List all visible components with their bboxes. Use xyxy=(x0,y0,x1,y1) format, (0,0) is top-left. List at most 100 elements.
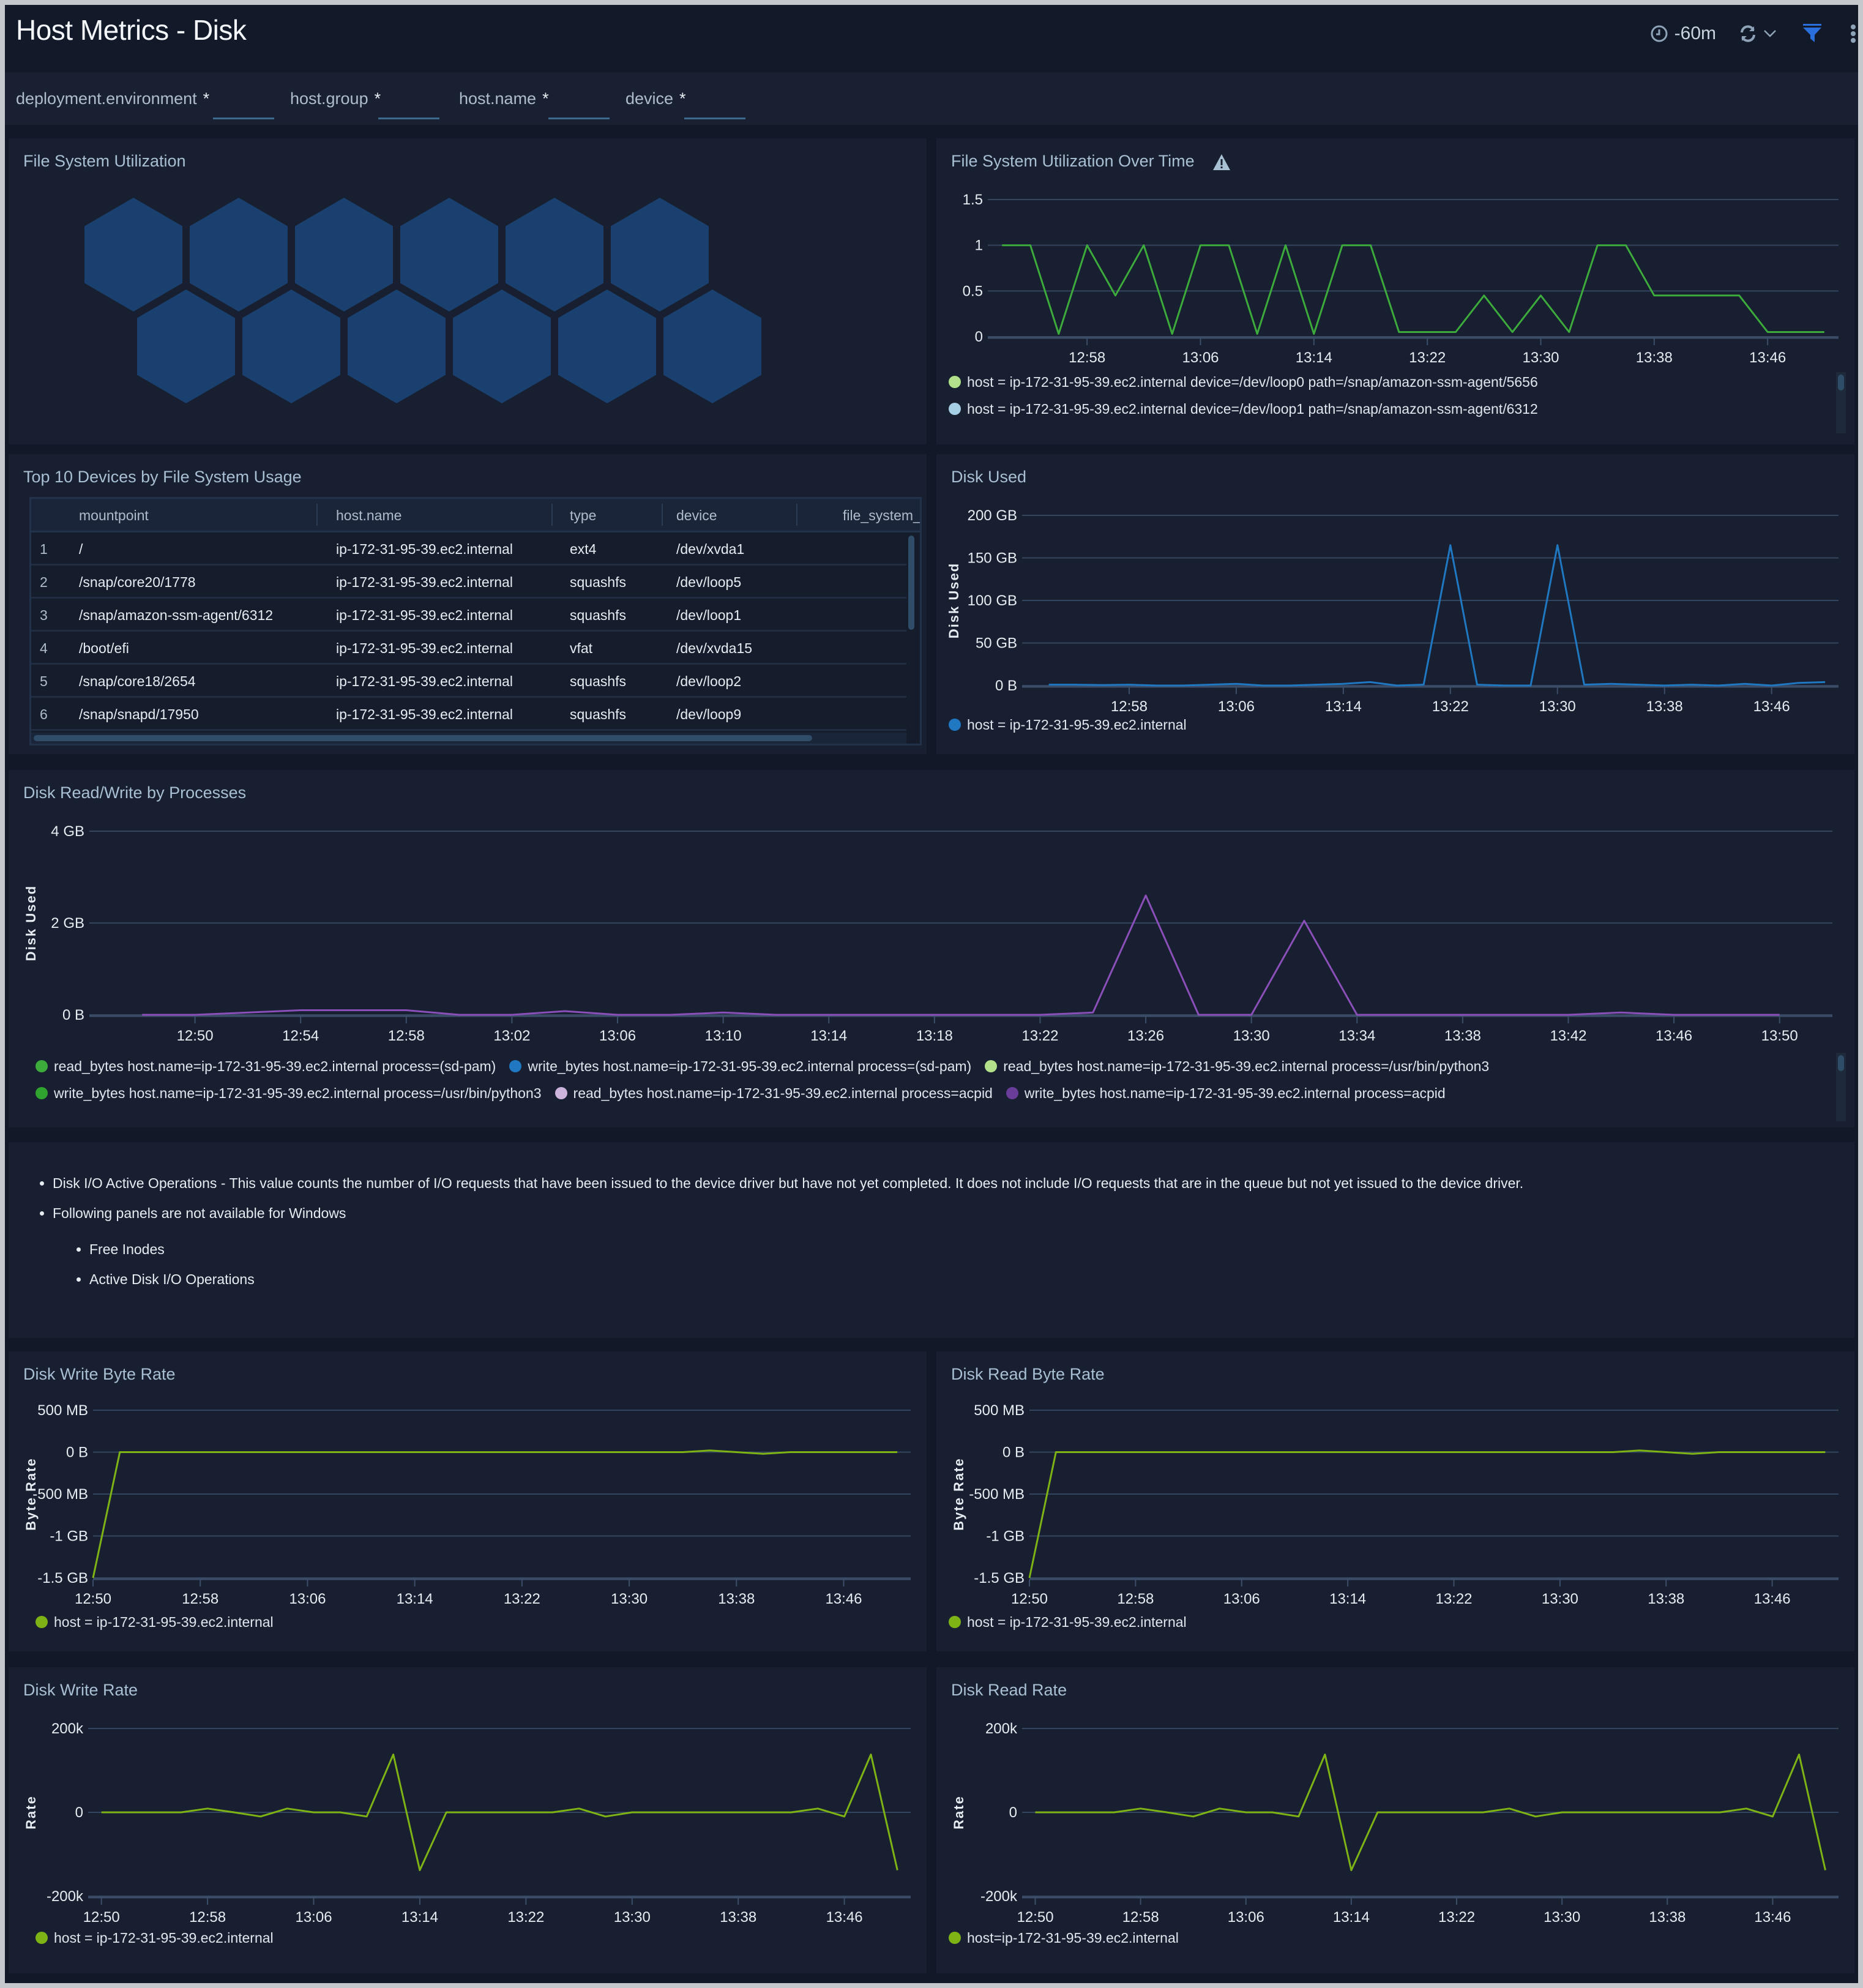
legend-item[interactable]: write_bytes host.name=ip-172-31-95-39.ec… xyxy=(509,1053,971,1080)
table-row[interactable]: 3/snap/amazon-ssm-agent/6312 ip-172-31-95… xyxy=(31,599,906,632)
chart-legend: host=ip-172-31-95-39.ec2.internal xyxy=(949,1924,1192,1951)
honeycomb-cell[interactable] xyxy=(190,198,288,312)
column-resizer[interactable] xyxy=(316,504,318,526)
series-line[interactable] xyxy=(1048,544,1826,687)
table-horizontal-scrollbar[interactable] xyxy=(31,733,906,744)
x-tick-label: 13:06 xyxy=(1218,698,1255,715)
notes-text: Disk I/O Active Operations - This value … xyxy=(31,1175,1805,1301)
table-row[interactable]: 4/boot/efi ip-172-31-95-39.ec2.internal vf… xyxy=(31,632,906,665)
x-tick-label: 13:18 xyxy=(916,1028,953,1044)
honeycomb-cell[interactable] xyxy=(506,198,603,312)
legend-scrollbar[interactable] xyxy=(1836,1053,1846,1121)
series-line[interactable] xyxy=(1028,1449,1826,1579)
x-tick-label: 12:50 xyxy=(1017,1909,1053,1926)
y-tick-label: 4 GB xyxy=(51,823,84,840)
x-tick-label: 13:46 xyxy=(1749,349,1786,366)
refresh-button[interactable] xyxy=(1738,24,1777,43)
row-index: 6 xyxy=(40,706,48,722)
legend-dot xyxy=(554,1087,567,1099)
column-resizer[interactable] xyxy=(551,504,553,526)
column-header-host-name[interactable]: host.name xyxy=(336,507,401,524)
legend-item[interactable]: read_bytes host.name=ip-172-31-95-39.ec2… xyxy=(35,1053,496,1080)
legend-item[interactable]: read_bytes host.name=ip-172-31-95-39.ec2… xyxy=(554,1080,993,1107)
legend-item[interactable]: host = ip-172-31-95-39.ec2.internal xyxy=(35,1609,274,1635)
table-row[interactable]: 6/snap/snapd/17950 ip-172-31-95-39.ec2.in… xyxy=(31,698,906,731)
column-resizer[interactable] xyxy=(796,504,797,526)
honeycomb-cell[interactable] xyxy=(137,290,235,403)
filter-deployment-environment[interactable]: deployment.environment * xyxy=(16,89,274,119)
table-row[interactable]: 5/snap/core18/2654 ip-172-31-95-39.ec2.in… xyxy=(31,665,906,698)
legend-item[interactable]: host = ip-172-31-95-39.ec2.internal xyxy=(949,711,1187,738)
chevron-down-icon[interactable] xyxy=(1763,29,1777,39)
legend-item[interactable]: host=ip-172-31-95-39.ec2.internal xyxy=(949,1924,1179,1951)
chart-legend: host = ip-172-31-95-39.ec2.internal xyxy=(949,1609,1200,1635)
series-line[interactable] xyxy=(142,894,1780,1016)
time-range-button[interactable]: -60m xyxy=(1650,23,1716,44)
filter-host-group[interactable]: host.group * xyxy=(290,89,439,119)
series-line[interactable] xyxy=(1002,244,1824,335)
table-row[interactable]: 1 / ip-172-31-95-39.ec2.internal ext4/dev/x… xyxy=(31,532,906,566)
legend-dot xyxy=(1006,1087,1018,1099)
y-axis-label: Rate xyxy=(23,1795,39,1829)
column-header-mountpoint[interactable]: mountpoint xyxy=(79,507,149,524)
column-header-type[interactable]: type xyxy=(570,507,596,524)
y-tick-label: -1 GB xyxy=(986,1528,1025,1545)
x-tick-label: 12:58 xyxy=(1069,349,1105,366)
x-tick-label: 13:38 xyxy=(718,1591,755,1607)
panel-notes: Disk I/O Active Operations - This value … xyxy=(9,1142,1854,1338)
filter-input-underline[interactable] xyxy=(213,118,274,119)
legend-item[interactable]: write_bytes host.name=ip-172-31-95-39.ec… xyxy=(35,1080,542,1107)
table-vertical-scrollbar[interactable] xyxy=(906,533,916,731)
write-byte-rate-line-chart: -1.5 GB -1 GB -500 MB 0 B 500 MB 12:50 12:58 13… xyxy=(23,1402,911,1607)
filter-input-underline[interactable] xyxy=(378,118,439,119)
scrollbar-thumb[interactable] xyxy=(1838,1055,1844,1071)
legend-item[interactable]: read_bytes host.name=ip-172-31-95-39.ec2… xyxy=(985,1053,1489,1080)
note-item: Disk I/O Active Operations - This value … xyxy=(53,1175,1805,1192)
table-row[interactable]: 2/snap/core20/1778 ip-172-31-95-39.ec2.in… xyxy=(31,566,906,599)
scrollbar-thumb[interactable] xyxy=(908,536,914,630)
series-line[interactable] xyxy=(92,1449,898,1579)
legend-item[interactable]: host = ip-172-31-95-39.ec2.internal devi… xyxy=(949,395,1792,422)
cell-device: /dev/loop2 xyxy=(676,673,742,689)
honeycomb-cell[interactable] xyxy=(453,290,551,403)
cell-host-name: ip-172-31-95-39.ec2.internal xyxy=(336,541,513,557)
legend-scrollbar[interactable] xyxy=(1836,372,1846,433)
scrollbar-thumb[interactable] xyxy=(34,735,812,741)
filter-host-name[interactable]: host.name * xyxy=(459,89,610,119)
cell-mountpoint: /boot/efi xyxy=(79,640,129,656)
page-title: Host Metrics - Disk xyxy=(16,14,247,46)
legend-item[interactable]: host = ip-172-31-95-39.ec2.internal xyxy=(949,1609,1187,1635)
honeycomb-cell[interactable] xyxy=(663,290,761,403)
legend-dot xyxy=(985,1060,998,1072)
honeycomb-cell[interactable] xyxy=(558,290,656,403)
legend-item[interactable]: host = ip-172-31-95-39.ec2.internal xyxy=(35,1924,274,1951)
scrollbar-thumb[interactable] xyxy=(1838,375,1844,390)
honeycomb-cell[interactable] xyxy=(295,198,393,312)
honeycomb-cell[interactable] xyxy=(400,198,498,312)
legend-label: host = ip-172-31-95-39.ec2.internal xyxy=(967,716,1187,733)
legend-label: host = ip-172-31-95-39.ec2.internal xyxy=(54,1613,274,1630)
honeycomb-cell[interactable] xyxy=(611,198,709,312)
column-resizer[interactable] xyxy=(662,504,663,526)
filter-device[interactable]: device * xyxy=(625,89,745,119)
honeycomb-cell[interactable] xyxy=(84,198,182,312)
x-tick-label: 13:50 xyxy=(1761,1028,1798,1044)
honeycomb-cell[interactable] xyxy=(348,290,446,403)
panel-top10-devices: Top 10 Devices by File System Usage moun… xyxy=(9,454,927,754)
note-item: Following panels are not available for W… xyxy=(53,1205,1805,1288)
panel-file-system-utilization: File System Utilization xyxy=(9,138,927,444)
legend-label: read_bytes host.name=ip-172-31-95-39.ec2… xyxy=(573,1085,993,1101)
filter-input-underline[interactable] xyxy=(684,118,745,119)
legend-item[interactable]: write_bytes host.name=ip-172-31-95-39.ec… xyxy=(1006,1080,1446,1107)
cell-host-name: ip-172-31-95-39.ec2.internal xyxy=(336,706,513,722)
honeycomb-cell[interactable] xyxy=(242,290,340,403)
legend-item[interactable]: host = ip-172-31-95-39.ec2.internal devi… xyxy=(949,368,1792,395)
column-header-file-system[interactable]: file_system_ xyxy=(843,507,920,524)
filter-input-underline[interactable] xyxy=(548,118,610,119)
more-vertical-icon[interactable] xyxy=(1848,24,1858,43)
filter-icon[interactable] xyxy=(1803,24,1821,43)
clock-icon xyxy=(1650,24,1668,43)
filter-label: host.group xyxy=(290,89,368,108)
x-tick-label: 13:30 xyxy=(1539,698,1576,715)
column-header-device[interactable]: device xyxy=(676,507,717,524)
